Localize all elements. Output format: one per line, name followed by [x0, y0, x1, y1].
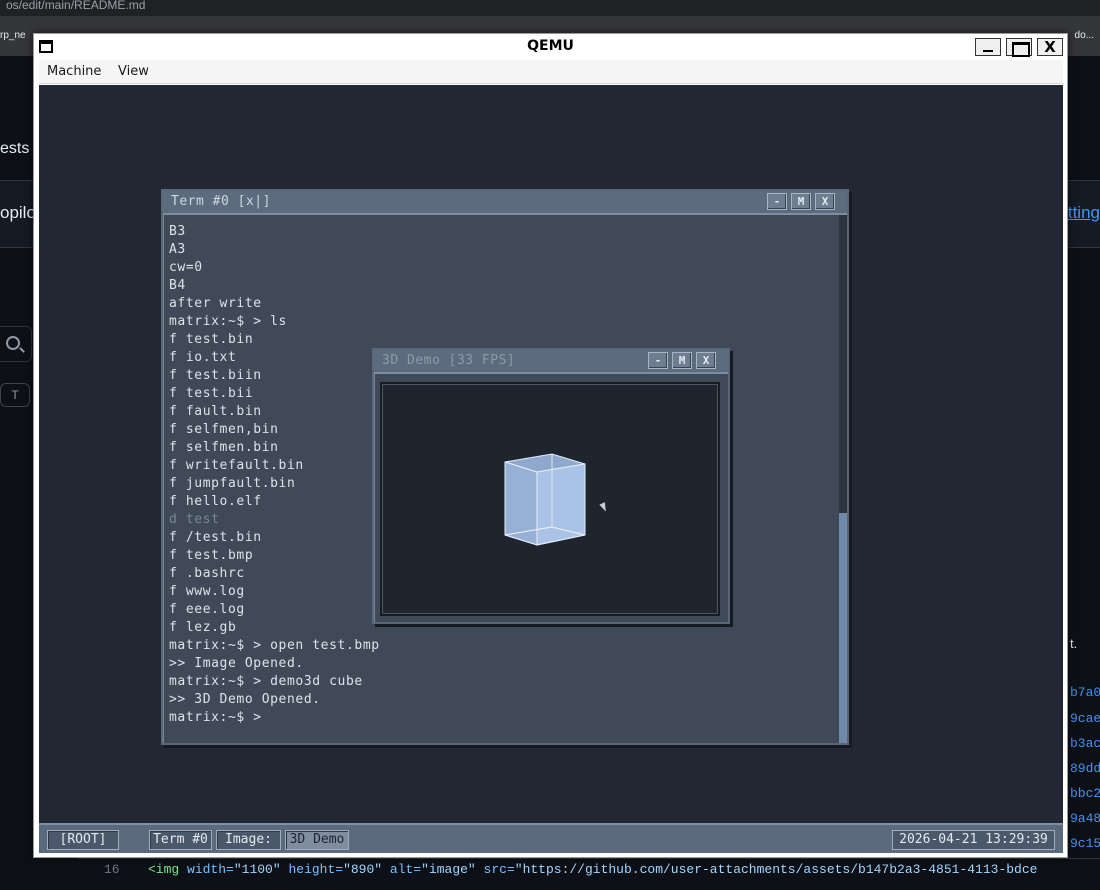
terminal-maximize-button[interactable]: M [791, 193, 811, 210]
terminal-line: matrix:~$ > demo3d cube [169, 674, 363, 689]
terminal-line: A3 [169, 242, 186, 257]
demo3d-close-button[interactable]: X [696, 352, 716, 369]
demo3d-maximize-button[interactable]: M [672, 352, 692, 369]
demo3d-titlebar[interactable]: 3D Demo [33 FPS] - M X [374, 350, 728, 374]
host-right-text: t. [1070, 636, 1078, 651]
host-commit-hash[interactable]: b7a0 [1070, 685, 1100, 700]
code-value: "https://github.com/user-attachments/ass… [514, 862, 1038, 877]
qemu-window: QEMU X Machine View Term #0 [x|] - M X B… [33, 33, 1068, 858]
maximize-button[interactable] [1006, 38, 1032, 57]
taskbar-item-image[interactable]: Image: [216, 830, 281, 850]
qemu-title: QEMU [527, 38, 574, 54]
terminal-scroll-thumb[interactable] [839, 513, 847, 743]
host-commit-hash[interactable]: 89dd [1070, 761, 1100, 776]
terminal-line: >> 3D Demo Opened. [169, 692, 321, 707]
taskbar-item-3d-demo[interactable]: 3D Demo [285, 830, 349, 850]
terminal-line: cw=0 [169, 260, 203, 275]
host-nav-text[interactable]: ests [0, 140, 29, 158]
terminal-line: f test.bin [169, 332, 254, 347]
terminal-line: B4 [169, 278, 186, 293]
demo3d-window[interactable]: 3D Demo [33 FPS] - M X [372, 348, 730, 624]
host-commit-hash[interactable]: 9cae [1070, 711, 1100, 726]
code-attr: width= [187, 862, 234, 877]
terminal-line: matrix:~$ > ls [169, 314, 287, 329]
cube-render [504, 453, 586, 546]
demo3d-title: 3D Demo [33 FPS] [382, 353, 516, 368]
menu-machine[interactable]: Machine [47, 64, 101, 79]
host-tab-right[interactable]: do... [1075, 30, 1094, 41]
terminal-title: Term #0 [x|] [171, 194, 271, 209]
guest-screen[interactable]: Term #0 [x|] - M X B3 A3 cw=0 B4 after write… [39, 85, 1063, 853]
host-commit-hash[interactable]: 9c15 [1070, 836, 1100, 851]
demo3d-minimize-button[interactable]: - [648, 352, 668, 369]
taskbar-item-term[interactable]: Term #0 [149, 830, 212, 850]
search-icon [6, 336, 20, 350]
code-attr: alt= [389, 862, 422, 877]
code-value: "890" [343, 862, 383, 877]
host-commit-hash[interactable]: 9a48 [1070, 811, 1100, 826]
terminal-line: matrix:~$ > open test.bmp [169, 638, 380, 653]
terminal-close-button[interactable]: X [815, 193, 835, 210]
close-button[interactable]: X [1037, 38, 1063, 56]
terminal-line: matrix:~$ > [169, 710, 262, 725]
terminal-line: B3 [169, 224, 186, 239]
qemu-menubar: Machine View [39, 60, 1063, 84]
terminal-scrollbar[interactable] [839, 215, 847, 743]
terminal-line: after write [169, 296, 262, 311]
code-value: "image" [421, 862, 476, 877]
host-code-line[interactable]: 16 <img width="1100" height="890" alt="im… [78, 858, 1100, 890]
line-number: 16 [104, 862, 120, 877]
terminal-minimize-button[interactable]: - [767, 193, 787, 210]
guest-taskbar: [ROOT] Term #0 Image: 3D Demo 2026-04-21… [39, 823, 1063, 853]
host-commit-hash[interactable]: bbc2 [1070, 786, 1100, 801]
code-tag: <img [148, 862, 180, 877]
host-url-bar: os/edit/main/README.md [0, 0, 1100, 16]
host-commit-hash[interactable]: b3ac [1070, 736, 1100, 751]
terminal-titlebar[interactable]: Term #0 [x|] - M X [163, 191, 847, 215]
minimize-button[interactable] [975, 38, 1001, 56]
host-copilot-text[interactable]: opilo [0, 203, 36, 223]
terminal-line: >> Image Opened. [169, 656, 304, 671]
taskbar-root-button[interactable]: [ROOT] [47, 830, 119, 850]
host-search-button[interactable] [0, 326, 32, 362]
code-attr: src= [483, 862, 515, 877]
menu-view[interactable]: View [118, 64, 149, 79]
host-tab-left[interactable]: rp_ne [0, 30, 26, 41]
code-value: "1100" [233, 862, 281, 877]
cube-icon [504, 453, 586, 546]
host-key-hint: T [0, 383, 30, 407]
code-attr: height= [288, 862, 344, 877]
qemu-titlebar[interactable]: QEMU X [34, 34, 1067, 60]
demo3d-canvas[interactable] [380, 382, 720, 616]
taskbar-clock: 2026-04-21 13:29:39 [892, 830, 1055, 850]
